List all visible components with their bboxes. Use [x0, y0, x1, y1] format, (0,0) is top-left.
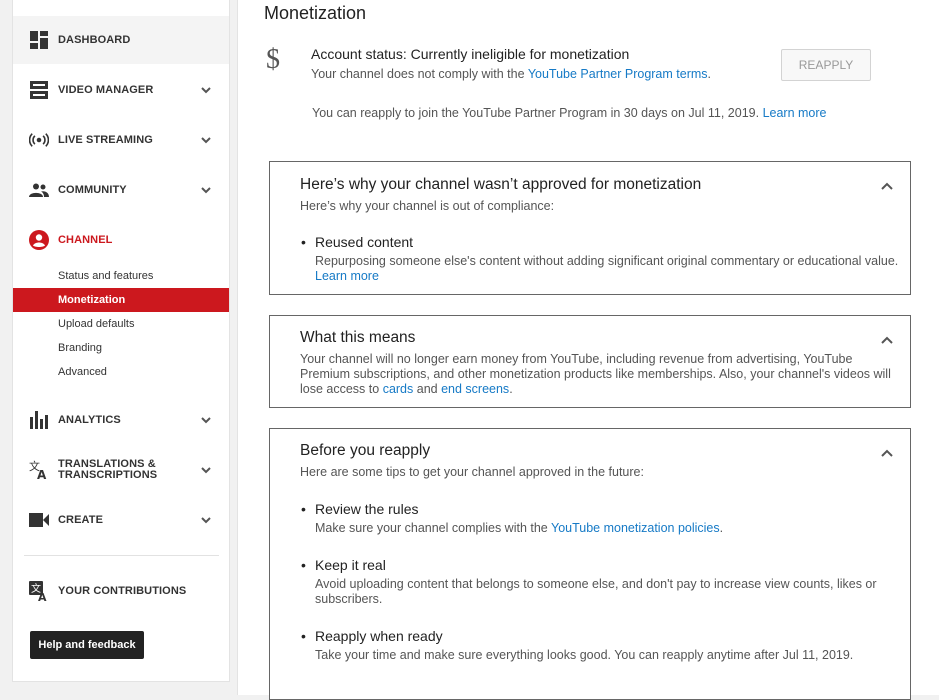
account-status-detail: Your channel does not comply with the Yo… [311, 67, 711, 81]
nav-community[interactable]: COMMUNITY [13, 166, 229, 214]
bar-chart-icon [29, 410, 49, 430]
community-icon [29, 180, 49, 200]
bullet-title: Keep it real [301, 557, 386, 573]
bullet-text: Repurposing someone else's content witho… [315, 254, 905, 284]
contributions-translate-icon: 文A [29, 581, 49, 601]
page-title: Monetization [264, 3, 367, 23]
card-before-you-reapply: Before you reapply Here are some tips to… [269, 428, 911, 700]
card-why-not-approved: Here’s why your channel wasn’t approved … [269, 161, 911, 295]
subnav-label: Branding [58, 342, 103, 354]
bullet-text-end: . [719, 521, 724, 535]
chevron-down-icon[interactable] [199, 413, 213, 427]
card-body-and: and [413, 382, 442, 396]
bullet-text: Avoid uploading content that belongs to … [315, 577, 877, 606]
nav-translations[interactable]: 文A TRANSLATIONS & TRANSCRIPTIONS [13, 446, 229, 494]
nav-translations-line2: TRANSCRIPTIONS [58, 469, 158, 481]
subnav-upload-defaults[interactable]: Upload defaults [13, 312, 229, 336]
dashboard-icon [29, 30, 49, 50]
bullet-text: Make sure your channel complies with the… [315, 521, 905, 536]
reapply-note: You can reapply to join the YouTube Part… [312, 106, 827, 120]
video-camera-icon [29, 510, 49, 530]
chevron-up-icon[interactable] [880, 333, 894, 347]
help-and-feedback-button[interactable]: Help and feedback [30, 631, 144, 659]
sidebar: DASHBOARD VIDEO MANAGER LIVE STREAMING C… [12, 0, 230, 682]
chevron-down-icon[interactable] [199, 183, 213, 197]
subnav-label: Advanced [58, 366, 107, 378]
card-what-this-means: What this means Your channel will no lon… [269, 315, 911, 408]
subnav-advanced[interactable]: Advanced [13, 360, 229, 384]
nav-translations-label: TRANSLATIONS & TRANSCRIPTIONS [58, 459, 178, 481]
nav-channel-label: CHANNEL [58, 233, 113, 246]
sidebar-divider [24, 555, 219, 556]
live-streaming-icon [29, 130, 49, 150]
bullet-text: Take your time and make sure everything … [315, 648, 854, 662]
partner-program-terms-link[interactable]: YouTube Partner Program terms [528, 67, 708, 81]
nav-dashboard-label: DASHBOARD [58, 33, 131, 46]
nav-analytics[interactable]: ANALYTICS [13, 396, 229, 444]
subnav-label: Status and features [58, 270, 154, 282]
learn-more-link[interactable]: Learn more [763, 106, 827, 120]
subnav-label: Monetization [58, 294, 126, 306]
chevron-down-icon[interactable] [199, 83, 213, 97]
bullet-text-body: Repurposing someone else's content witho… [315, 254, 899, 268]
nav-video-manager-label: VIDEO MANAGER [58, 83, 154, 96]
account-status-detail-text: Your channel does not comply with the [311, 67, 528, 81]
end-screens-link[interactable]: end screens [441, 382, 509, 396]
nav-your-contributions-label: YOUR CONTRIBUTIONS [58, 584, 187, 597]
video-manager-icon [29, 80, 49, 100]
dollar-icon: $ [266, 44, 280, 75]
nav-create-label: CREATE [58, 513, 104, 526]
chevron-down-icon[interactable] [199, 513, 213, 527]
chevron-up-icon[interactable] [880, 446, 894, 460]
reapply-note-text: You can reapply to join the YouTube Part… [312, 106, 760, 120]
main-content: Monetization $ Account status: Currently… [237, 0, 939, 700]
svg-text:A: A [37, 468, 47, 480]
card-body-end: . [509, 382, 513, 396]
nav-live-streaming[interactable]: LIVE STREAMING [13, 116, 229, 164]
nav-video-manager[interactable]: VIDEO MANAGER [13, 66, 229, 114]
bullet-title: Reapply when ready [301, 628, 443, 644]
chevron-down-icon[interactable] [199, 133, 213, 147]
card-title: Here’s why your channel wasn’t approved … [300, 176, 702, 193]
nav-your-contributions[interactable]: 文A YOUR CONTRIBUTIONS [13, 567, 229, 615]
nav-analytics-label: ANALYTICS [58, 413, 121, 426]
subnav-branding[interactable]: Branding [13, 336, 229, 360]
cards-link[interactable]: cards [383, 382, 414, 396]
card-title: What this means [300, 329, 416, 346]
account-status: Account status: Currently ineligible for… [311, 46, 630, 62]
bullet-title: Reused content [301, 234, 413, 250]
subnav-label: Upload defaults [58, 318, 135, 330]
reapply-button[interactable]: REAPPLY [781, 49, 871, 81]
account-circle-icon [29, 230, 49, 250]
chevron-down-icon[interactable] [199, 463, 213, 477]
nav-dashboard[interactable]: DASHBOARD [13, 16, 229, 64]
chevron-up-icon[interactable] [880, 179, 894, 193]
nav-channel[interactable]: CHANNEL [13, 216, 229, 264]
bullet-title: Review the rules [301, 501, 418, 517]
card-title: Before you reapply [300, 442, 431, 459]
svg-text:A: A [38, 591, 47, 601]
monetization-policies-link[interactable]: YouTube monetization policies [551, 521, 720, 535]
bullet-text-body: Make sure your channel complies with the [315, 521, 551, 535]
card-body: Your channel will no longer earn money f… [300, 352, 900, 397]
nav-create[interactable]: CREATE [13, 496, 229, 544]
subnav-status-and-features[interactable]: Status and features [13, 264, 229, 288]
card-subtitle: Here are some tips to get your channel a… [300, 465, 644, 479]
account-status-detail-end: . [707, 67, 712, 81]
translate-icon: 文A [29, 460, 49, 480]
nav-community-label: COMMUNITY [58, 183, 127, 196]
subnav-monetization[interactable]: Monetization [13, 288, 229, 312]
card-subtitle: Here’s why your channel is out of compli… [300, 199, 555, 213]
reused-content-learn-more-link[interactable]: Learn more [315, 269, 379, 283]
nav-live-streaming-label: LIVE STREAMING [58, 133, 153, 146]
